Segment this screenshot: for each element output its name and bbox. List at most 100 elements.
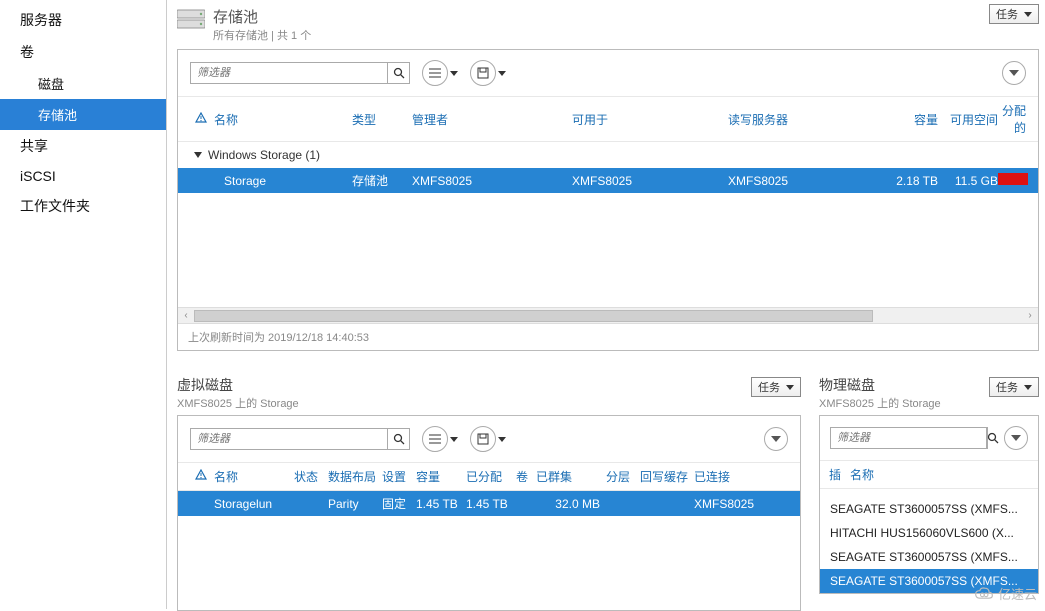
virtual-disk-tasks-button[interactable]: 任务 xyxy=(751,377,801,397)
col-type[interactable]: 类型 xyxy=(352,111,412,128)
chevron-down-icon xyxy=(1011,435,1021,441)
storage-pool-icon xyxy=(177,8,205,30)
storage-pool-columns: 名称 类型 管理者 可用于 读写服务器 容量 可用空间 分配的 xyxy=(178,96,1038,142)
view-options-button[interactable] xyxy=(422,426,458,452)
col-cluster[interactable]: 已群集 xyxy=(536,468,606,485)
col-name[interactable]: 名称 xyxy=(842,466,874,483)
group-label: Windows Storage (1) xyxy=(208,148,320,162)
virtual-disk-subtitle: XMFS8025 上的 Storage xyxy=(177,395,299,411)
scroll-right-icon[interactable]: › xyxy=(1022,310,1038,321)
physical-disk-title: 物理磁盘 xyxy=(819,375,941,395)
cell-type: 存储池 xyxy=(352,172,412,189)
save-options-button[interactable] xyxy=(470,426,506,452)
cell-name: Storagelun xyxy=(214,497,294,511)
caret-down-icon xyxy=(450,437,458,442)
list-icon xyxy=(422,60,448,86)
horizontal-scrollbar[interactable]: ‹ › xyxy=(178,307,1038,323)
sidebar-item-servers[interactable]: 服务器 xyxy=(0,4,166,36)
scroll-thumb[interactable] xyxy=(194,310,873,322)
physical-disk-subtitle: XMFS8025 上的 Storage xyxy=(819,395,941,411)
storage-pool-title: 存储池 xyxy=(213,6,311,27)
storage-pool-toolbar xyxy=(178,50,1038,96)
view-options-button[interactable] xyxy=(422,60,458,86)
col-setting[interactable]: 设置 xyxy=(382,468,416,485)
virtual-disk-row[interactable]: Storagelun Parity 固定 1.45 TB 1.45 TB 32.… xyxy=(178,491,800,516)
caret-down-icon xyxy=(1024,12,1032,17)
cell-layout: Parity xyxy=(328,497,382,511)
cell-manager: XMFS8025 xyxy=(412,174,572,188)
refresh-status: 上次刷新时间为 2019/12/18 14:40:53 xyxy=(178,323,1038,350)
status-column-icon[interactable] xyxy=(188,469,214,484)
physical-disk-row[interactable]: SEAGATE ST3600057SS (XMFS... xyxy=(820,497,1038,521)
watermark-text: 亿速云 xyxy=(998,584,1037,603)
virtual-disk-title: 虚拟磁盘 xyxy=(177,375,299,395)
sidebar-item-share[interactable]: 共享 xyxy=(0,130,166,162)
allocation-warning-bar xyxy=(998,173,1028,185)
col-allocated[interactable]: 已分配 xyxy=(466,468,516,485)
main-content: 存储池 所有存储池 | 共 1 个 任务 xyxy=(167,0,1045,609)
caret-down-icon xyxy=(450,71,458,76)
physical-disk-columns: 插 名称 xyxy=(820,460,1038,489)
cell-capacity: 2.18 TB xyxy=(888,174,938,188)
storage-pool-header: 存储池 所有存储池 | 共 1 个 任务 xyxy=(177,2,1039,49)
physical-disk-row[interactable]: HITACHI HUS156060VLS600 (X... xyxy=(820,521,1038,545)
sidebar-item-workfolders[interactable]: 工作文件夹 xyxy=(0,190,166,222)
sidebar-item-disks[interactable]: 磁盘 xyxy=(0,68,166,99)
cell-capacity: 1.45 TB xyxy=(416,497,466,511)
col-capacity[interactable]: 容量 xyxy=(888,111,938,128)
col-layout[interactable]: 数据布局 xyxy=(328,468,382,485)
caret-down-icon xyxy=(1024,385,1032,390)
col-connected[interactable]: 已连接 xyxy=(694,468,790,485)
col-name[interactable]: 名称 xyxy=(214,468,294,485)
storage-pool-filter-input[interactable] xyxy=(191,65,387,81)
col-available-for[interactable]: 可用于 xyxy=(572,111,728,128)
save-options-button[interactable] xyxy=(470,60,506,86)
sidebar-item-volumes[interactable]: 卷 xyxy=(0,36,166,68)
storage-pool-tasks-button[interactable]: 任务 xyxy=(989,4,1039,24)
col-writeback[interactable]: 回写缓存 xyxy=(640,468,694,485)
chevron-down-icon xyxy=(771,436,781,442)
col-status[interactable]: 状态 xyxy=(294,468,328,485)
sidebar-item-iscsi[interactable]: iSCSI xyxy=(0,162,166,190)
col-free-space[interactable]: 可用空间 xyxy=(938,111,998,128)
col-name[interactable]: 名称 xyxy=(214,111,352,128)
cell-setting: 固定 xyxy=(382,495,416,512)
search-icon[interactable] xyxy=(387,429,409,449)
tasks-label: 任务 xyxy=(996,6,1018,22)
storage-group-row[interactable]: Windows Storage (1) xyxy=(178,142,1038,168)
expand-button[interactable] xyxy=(1004,426,1028,450)
physical-disk-filter-input[interactable] xyxy=(831,430,986,446)
cell-rw-server: XMFS8025 xyxy=(728,174,888,188)
col-manager[interactable]: 管理者 xyxy=(412,111,572,128)
col-alloc[interactable]: 分配的 xyxy=(998,102,1028,136)
cell-name: Storage xyxy=(214,174,352,188)
virtual-disk-filter-input[interactable] xyxy=(191,431,387,447)
storage-pool-row[interactable]: Storage 存储池 XMFS8025 XMFS8025 XMFS8025 2… xyxy=(178,168,1038,193)
expand-button[interactable] xyxy=(764,427,788,451)
expand-button[interactable] xyxy=(1002,61,1026,85)
col-slot[interactable]: 插 xyxy=(828,466,842,483)
scroll-left-icon[interactable]: ‹ xyxy=(178,310,194,321)
cell-available-for: XMFS8025 xyxy=(572,174,728,188)
physical-disk-panel: 物理磁盘 XMFS8025 上的 Storage 任务 xyxy=(819,375,1039,611)
col-capacity[interactable]: 容量 xyxy=(416,468,466,485)
status-column-icon[interactable] xyxy=(188,112,214,127)
search-icon[interactable] xyxy=(986,428,999,448)
sidebar-item-storage-pool[interactable]: 存储池 xyxy=(0,99,166,130)
physical-disk-row[interactable]: SEAGATE ST3600057SS (XMFS... xyxy=(820,545,1038,569)
storage-pool-subtitle: 所有存储池 | 共 1 个 xyxy=(213,27,311,43)
tasks-label: 任务 xyxy=(758,379,780,395)
chevron-down-icon xyxy=(1009,70,1019,76)
sidebar: 服务器 卷 磁盘 存储池 共享 iSCSI 工作文件夹 xyxy=(0,0,167,609)
list-icon xyxy=(422,426,448,452)
filter-box xyxy=(190,62,410,84)
virtual-disk-panel: 虚拟磁盘 XMFS8025 上的 Storage 任务 xyxy=(177,375,801,611)
physical-disk-tasks-button[interactable]: 任务 xyxy=(989,377,1039,397)
cloud-link-icon xyxy=(974,586,994,602)
caret-down-icon xyxy=(498,71,506,76)
col-volume[interactable]: 卷 xyxy=(516,468,536,485)
col-rw-server[interactable]: 读写服务器 xyxy=(728,111,888,128)
col-tier[interactable]: 分层 xyxy=(606,468,640,485)
collapse-icon xyxy=(194,152,202,158)
search-icon[interactable] xyxy=(387,63,409,83)
